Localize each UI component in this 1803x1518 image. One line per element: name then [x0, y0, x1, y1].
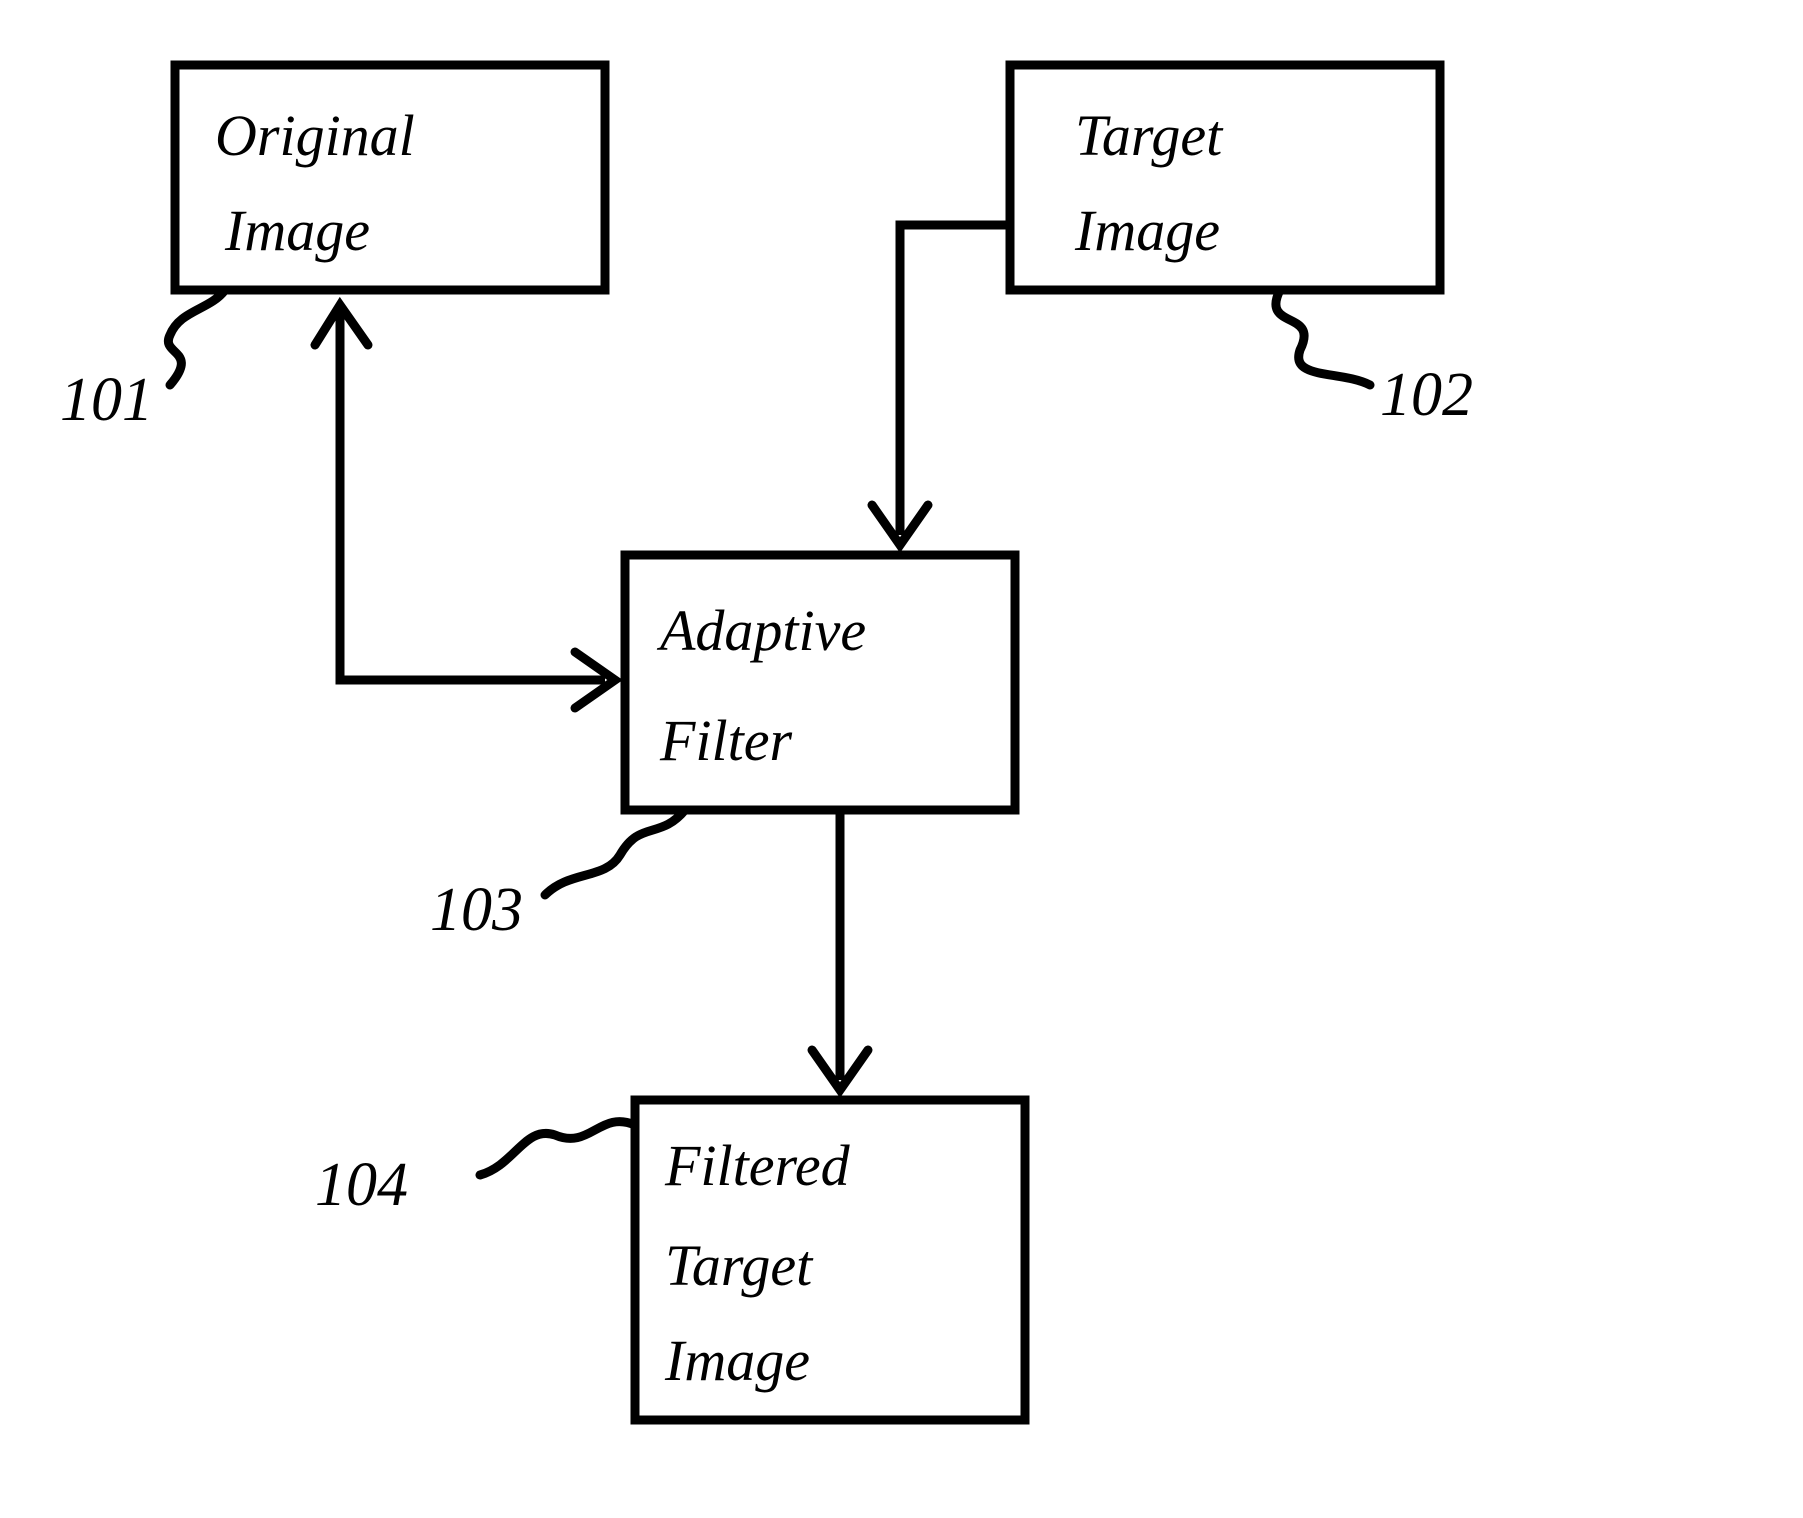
- callout-101: [168, 290, 225, 385]
- box-original-line1: Original: [215, 103, 415, 168]
- box-target-line1: Target: [1075, 103, 1224, 168]
- box-result-line2: Target: [665, 1233, 814, 1298]
- ref-101: 101: [60, 366, 153, 434]
- box-target-image: Target Image: [1010, 65, 1440, 290]
- box-original-image: Original Image: [175, 65, 605, 290]
- arrow-original-to-filter: [315, 305, 615, 708]
- arrow-target-to-filter: [872, 225, 1010, 545]
- box-filter-line1: Adaptive: [656, 598, 866, 663]
- arrow-filter-to-result: [812, 810, 868, 1090]
- box-filter-line2: Filter: [659, 708, 793, 773]
- box-original-line2: Image: [224, 198, 370, 263]
- box-adaptive-filter: Adaptive Filter: [625, 555, 1015, 810]
- callout-102: [1276, 290, 1370, 385]
- ref-104: 104: [315, 1151, 408, 1219]
- callout-104: [480, 1122, 635, 1175]
- ref-102: 102: [1380, 361, 1473, 429]
- box-result-line3: Image: [664, 1328, 810, 1393]
- box-result-line1: Filtered: [664, 1133, 851, 1198]
- box-filtered-target-image: Filtered Target Image: [635, 1100, 1025, 1420]
- callout-103: [545, 810, 685, 895]
- ref-103: 103: [430, 876, 523, 944]
- box-target-line2: Image: [1074, 198, 1220, 263]
